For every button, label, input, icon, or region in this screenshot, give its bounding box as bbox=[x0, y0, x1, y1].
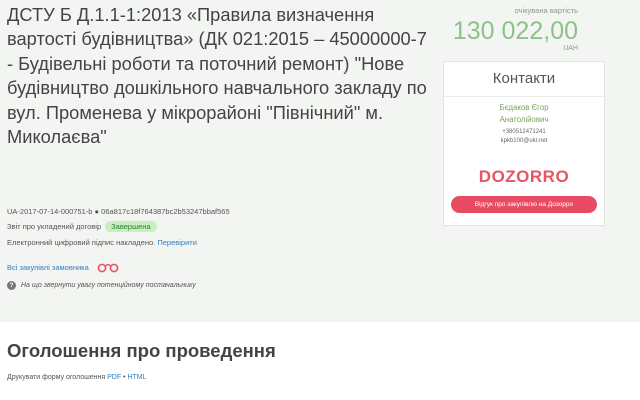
verify-signature-link[interactable]: Перевірити bbox=[157, 238, 197, 247]
dozorro-review-button[interactable]: Відгук про закупівлю на Дозорро bbox=[451, 196, 597, 213]
handcuffs-icon bbox=[97, 263, 119, 273]
tender-header-area: ДСТУ Б Д.1.1-1:2013 «Правила визначення … bbox=[0, 0, 640, 322]
contacts-panel: Контакти Бєдаков Єгор Анатолійович +3805… bbox=[443, 61, 605, 226]
print-pdf-link[interactable]: PDF bbox=[107, 374, 121, 381]
question-circle-icon: ? bbox=[7, 281, 16, 290]
announcement-section-title: Оголошення про проведення bbox=[7, 340, 276, 361]
supplier-attention-text: На що звернути увагу потенційному постач… bbox=[21, 282, 196, 289]
expected-value-label: очікувана вартість bbox=[514, 6, 578, 15]
dozorro-logo: DOZORRO bbox=[478, 167, 570, 186]
contact-person-name: Бєдаков Єгор Анатолійович bbox=[444, 102, 604, 125]
signature-row: Електронний цифровий підпис накладено. П… bbox=[7, 238, 197, 247]
contract-report-label: Звіт про укладений договір bbox=[7, 222, 102, 231]
print-html-link[interactable]: HTML bbox=[127, 374, 146, 381]
contract-report-row: Звіт про укладений договір Завершена bbox=[7, 221, 157, 232]
contacts-title: Контакти bbox=[492, 70, 556, 87]
supplier-attention-row[interactable]: ? На що звернути увагу потенційному пост… bbox=[7, 281, 196, 290]
expected-value-amount: 130 022,00 bbox=[452, 17, 578, 45]
contact-phone: +380512471241 bbox=[502, 129, 546, 135]
status-badge: Завершена bbox=[105, 221, 157, 232]
tender-title: ДСТУ Б Д.1.1-1:2013 «Правила визначення … bbox=[7, 4, 427, 148]
all-customer-purchases-label: Всі закупівлі замовника bbox=[7, 262, 89, 272]
contact-name-line-1: Бєдаков Єгор bbox=[499, 103, 549, 112]
print-announcement-row: Друкувати форму оголошення PDF • HTML bbox=[7, 374, 147, 381]
print-announcement-label: Друкувати форму оголошення bbox=[7, 374, 106, 381]
contacts-divider bbox=[444, 96, 604, 97]
contact-email[interactable]: kpkb100@ukr.net bbox=[444, 138, 604, 144]
expected-value-currency: UAH bbox=[563, 45, 578, 52]
signature-text: Електронний цифровий підпис накладено. bbox=[7, 238, 156, 247]
link-separator: • bbox=[123, 374, 126, 381]
all-customer-purchases-link[interactable]: Всі закупівлі замовника bbox=[7, 261, 119, 273]
contact-name-line-2: Анатолійович bbox=[499, 114, 549, 124]
tender-id: UA-2017-07-14-000751-b ● 06a817c18f76438… bbox=[7, 207, 230, 216]
